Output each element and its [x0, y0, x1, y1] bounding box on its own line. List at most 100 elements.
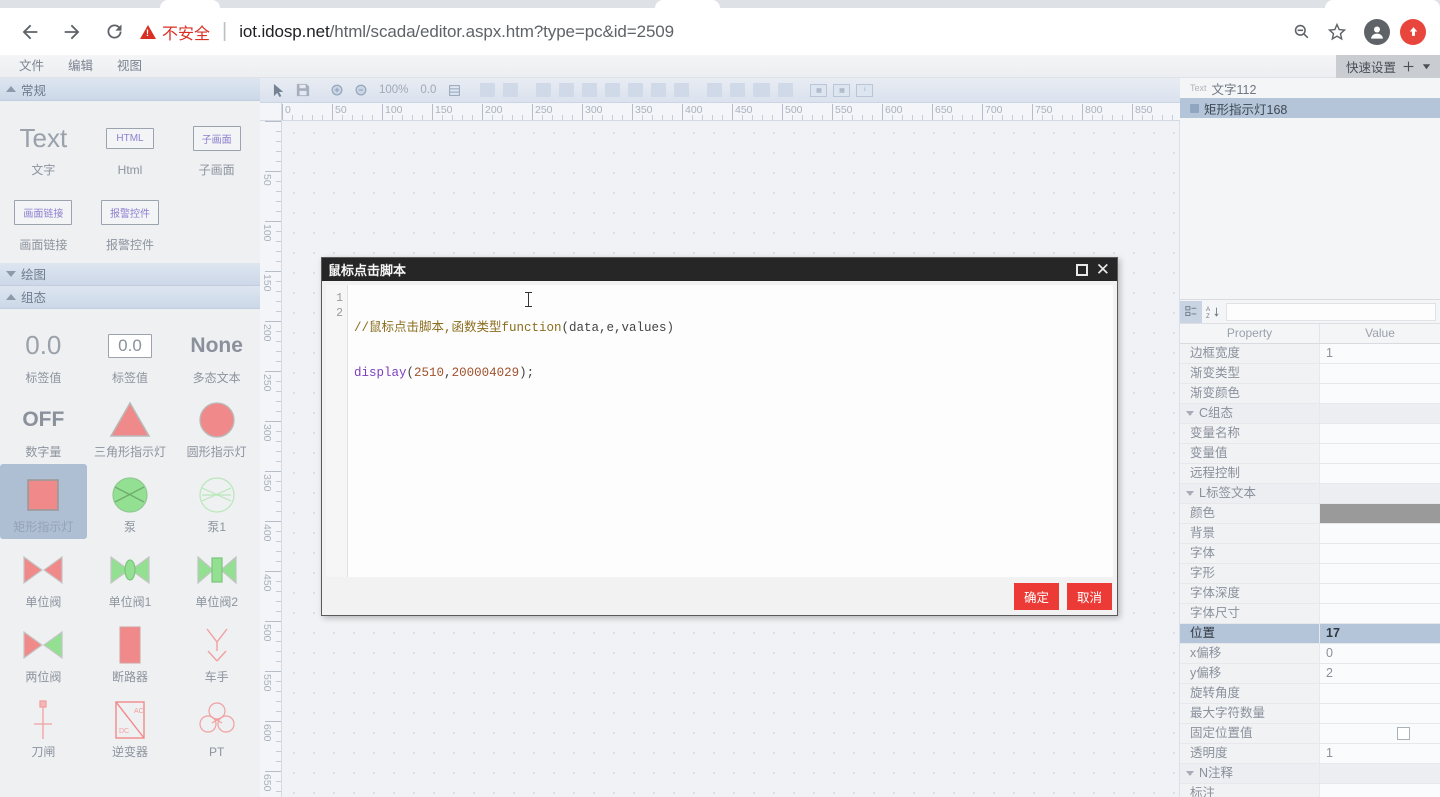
property-value[interactable]	[1320, 524, 1440, 543]
align-top-icon[interactable]	[605, 83, 620, 97]
maximize-icon[interactable]	[1076, 264, 1088, 276]
palette-item-digital[interactable]: OFF 数字量	[0, 389, 87, 464]
browser-tab-strip[interactable]	[0, 0, 1440, 8]
property-value[interactable]	[1320, 724, 1440, 743]
property-row-position[interactable]: 位置 17	[1180, 624, 1440, 644]
property-value[interactable]	[1320, 424, 1440, 443]
property-value[interactable]	[1320, 464, 1440, 483]
palette-item-tag-value-input[interactable]: 0.0 标签值	[87, 315, 174, 390]
categorize-icon[interactable]	[1180, 301, 1202, 323]
palette-item-html[interactable]: HTML Html	[87, 107, 174, 182]
property-value[interactable]	[1320, 564, 1440, 583]
property-value[interactable]: 1	[1320, 344, 1440, 363]
profile-avatar-icon[interactable]	[1364, 19, 1390, 45]
zoom-out-icon[interactable]	[350, 80, 372, 100]
property-value[interactable]	[1320, 584, 1440, 603]
palette-group-header-scada[interactable]: 组态	[0, 286, 260, 309]
browser-tab[interactable]	[160, 0, 220, 8]
property-row[interactable]: 标注	[1180, 784, 1440, 797]
palette-item-text[interactable]: Text 文字	[0, 107, 87, 182]
group-icon[interactable]	[707, 83, 722, 97]
property-row[interactable]: y偏移 2	[1180, 664, 1440, 684]
palette-group-header-general[interactable]: 常规	[0, 78, 260, 101]
property-value[interactable]: 2	[1320, 664, 1440, 683]
property-value[interactable]	[1320, 604, 1440, 623]
zoom-out-icon[interactable]	[1284, 15, 1318, 49]
palette-item-breaker[interactable]: 断路器	[87, 614, 174, 689]
palette-item-pt[interactable]: PT	[173, 689, 260, 764]
ruler-toggle-icon[interactable]: ▦	[810, 84, 827, 97]
property-group-row[interactable]: L标签文本	[1180, 484, 1440, 504]
align-right-icon[interactable]	[582, 83, 597, 97]
tree-item-rect-lamp168[interactable]: 矩形指示灯168	[1180, 98, 1440, 118]
code-content[interactable]: //鼠标点击脚本,函数类型function(data,e,values) dis…	[348, 285, 1113, 577]
palette-group-header-drawing[interactable]: 绘图	[0, 263, 260, 286]
property-row[interactable]: 变量名称	[1180, 424, 1440, 444]
menu-file[interactable]: 文件	[7, 55, 56, 77]
palette-item-valve[interactable]: 单位阀	[0, 539, 87, 614]
property-row[interactable]: 最大字符数量	[1180, 704, 1440, 724]
distribute-h-icon[interactable]	[674, 83, 689, 97]
palette-item-valve1[interactable]: 单位阀1	[87, 539, 174, 614]
property-value[interactable]: 17	[1320, 624, 1440, 643]
align-center-icon[interactable]	[559, 83, 574, 97]
property-row-checkbox[interactable]: 固定位置值	[1180, 724, 1440, 744]
property-row[interactable]: 字体	[1180, 544, 1440, 564]
property-value[interactable]	[1320, 784, 1440, 797]
property-value[interactable]	[1320, 364, 1440, 383]
property-value[interactable]	[1320, 504, 1440, 523]
update-icon[interactable]	[1400, 19, 1426, 45]
property-row[interactable]: 边框宽度 1	[1180, 344, 1440, 364]
property-row[interactable]: x偏移 0	[1180, 644, 1440, 664]
save-icon[interactable]	[292, 80, 314, 100]
not-secure-indicator[interactable]: 不安全	[140, 20, 210, 44]
info-icon[interactable]: i	[856, 84, 873, 97]
ok-button[interactable]: 确定	[1014, 583, 1059, 610]
properties-search-field[interactable]	[1226, 303, 1436, 321]
property-value[interactable]	[1320, 544, 1440, 563]
lock-icon[interactable]	[778, 83, 793, 97]
palette-item-two-position-valve[interactable]: 两位阀	[0, 614, 87, 689]
property-row[interactable]: 渐变颜色	[1180, 384, 1440, 404]
palette-item-multistate-text[interactable]: None 多态文本	[173, 315, 260, 390]
property-row[interactable]: 远程控制	[1180, 464, 1440, 484]
layer-icon[interactable]	[753, 83, 770, 97]
property-row[interactable]: 旋转角度	[1180, 684, 1440, 704]
property-row-color[interactable]: 颜色	[1180, 504, 1440, 524]
palette-item-subscreen[interactable]: 子画面 子画面	[173, 107, 260, 182]
chevron-down-icon[interactable]	[1421, 61, 1432, 72]
star-icon[interactable]	[1320, 15, 1354, 49]
menu-view[interactable]: 视图	[105, 55, 154, 77]
close-icon[interactable]: ✕	[1096, 261, 1110, 278]
property-value[interactable]	[1320, 384, 1440, 403]
palette-item-inverter[interactable]: ACDC 逆变器	[87, 689, 174, 764]
ungroup-icon[interactable]	[730, 83, 745, 97]
fixed-position-checkbox[interactable]	[1397, 727, 1410, 740]
property-row[interactable]: 字形	[1180, 564, 1440, 584]
palette-item-knife-switch[interactable]: 刀闸	[0, 689, 87, 764]
property-value[interactable]	[1320, 444, 1440, 463]
property-value[interactable]: 0	[1320, 644, 1440, 663]
palette-item-circle-lamp[interactable]: 圆形指示灯	[173, 389, 260, 464]
property-value[interactable]	[1320, 684, 1440, 703]
move-cross-icon[interactable]	[1402, 60, 1415, 73]
palette-item-screen-link[interactable]: 画面链接 画面链接	[0, 182, 87, 257]
color-swatch[interactable]	[1320, 504, 1440, 523]
dialog-title-bar[interactable]: 鼠标点击脚本 ✕	[322, 258, 1117, 281]
grid-icon[interactable]	[443, 80, 465, 100]
redo-icon[interactable]	[503, 83, 518, 97]
palette-item-pump[interactable]: 泵	[87, 464, 174, 539]
property-value[interactable]	[1320, 704, 1440, 723]
zoom-in-icon[interactable]	[326, 80, 348, 100]
script-dialog[interactable]: 鼠标点击脚本 ✕ 1 2 //鼠标点击脚本,函数类型function(data,…	[321, 257, 1118, 616]
browser-tab[interactable]	[655, 0, 720, 8]
palette-item-tag-value[interactable]: 0.0 标签值	[0, 315, 87, 390]
sort-alpha-icon[interactable]: AZ	[1202, 301, 1224, 323]
tree-item-text112[interactable]: Text 文字112	[1180, 78, 1440, 98]
property-group-row[interactable]: N注释	[1180, 764, 1440, 784]
palette-item-pump1[interactable]: 泵1	[173, 464, 260, 539]
property-row[interactable]: 透明度 1	[1180, 744, 1440, 764]
snap-toggle-icon[interactable]: ▦	[833, 84, 850, 97]
quick-settings-button[interactable]: 快速设置	[1336, 55, 1440, 78]
palette-item-valve2[interactable]: 单位阀2	[173, 539, 260, 614]
